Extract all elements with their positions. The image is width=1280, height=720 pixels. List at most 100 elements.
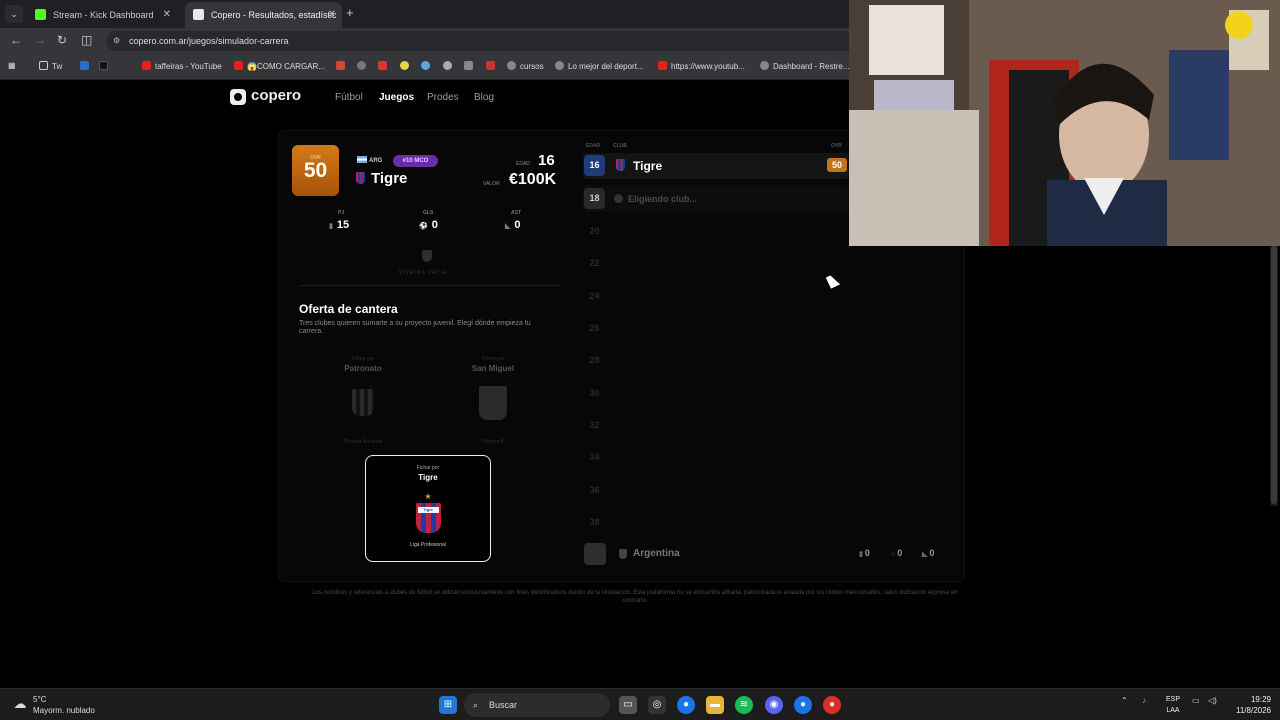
market-value: €100K bbox=[509, 171, 557, 188]
bookmark-icon-4[interactable] bbox=[421, 61, 434, 71]
bookmark-label: cursos bbox=[520, 62, 544, 71]
chrome-profile-icon[interactable]: ● bbox=[794, 696, 812, 714]
site-info-icon[interactable]: ⚙ bbox=[113, 36, 123, 46]
argentina-flag-icon bbox=[357, 156, 367, 163]
clock-date: 11/8/2026 bbox=[1236, 706, 1271, 715]
scrollbar-thumb[interactable] bbox=[1271, 246, 1277, 504]
forward-icon[interactable]: → bbox=[34, 33, 46, 47]
national-team-row: Argentina ▮ 0 ○ 0 ◣ 0 bbox=[583, 542, 948, 567]
offer-option-tigre[interactable]: Fichar por Tigre ★ Tigre Liga Profesiona… bbox=[365, 455, 491, 562]
option-club: Tigre bbox=[418, 473, 438, 482]
age-chip: 18 bbox=[584, 188, 605, 209]
tab-search-chevron-icon[interactable]: ⌄ bbox=[5, 5, 23, 23]
site-logo[interactable]: copero bbox=[251, 87, 301, 104]
tab-title: Copero - Resultados, estadístic bbox=[211, 10, 337, 20]
screen: ⌄ Stream - Kick Dashboard ✕ Copero - Res… bbox=[0, 0, 1280, 720]
crest-label: Tigre bbox=[417, 507, 439, 513]
chrome-profile-2-icon[interactable]: ● bbox=[823, 696, 841, 714]
new-tab-icon[interactable]: + bbox=[346, 5, 354, 20]
bookmark-icon-3[interactable] bbox=[400, 61, 413, 71]
bookmark-cursos[interactable]: cursos bbox=[507, 61, 544, 71]
national-pj: ▮ 0 bbox=[859, 548, 870, 558]
gmail-icon bbox=[336, 61, 345, 70]
apps-grid-icon[interactable]: ▦ bbox=[8, 61, 16, 70]
bookmark-icon-7[interactable] bbox=[486, 61, 499, 71]
task-view-icon[interactable]: ▭ bbox=[619, 696, 637, 714]
chrome-icon[interactable]: ● bbox=[677, 696, 695, 714]
bookmark-icon-2[interactable] bbox=[378, 61, 391, 71]
tray-chevron-icon[interactable]: ⌃ bbox=[1121, 696, 1128, 705]
weather-widget[interactable]: 5°C Mayorm. nublado bbox=[33, 694, 95, 716]
bookmark-label: taffeiras - YouTube bbox=[155, 62, 222, 71]
future-age: 20 bbox=[589, 226, 600, 236]
choosing-club-status: Eligiendo club... bbox=[628, 194, 698, 204]
microphone-icon[interactable]: ♪ bbox=[1142, 696, 1146, 705]
future-age: 30 bbox=[589, 388, 600, 398]
split-view-icon[interactable]: ◫ bbox=[81, 33, 92, 47]
future-age: 28 bbox=[589, 355, 600, 365]
windows-taskbar: ☁ 5°C Mayorm. nublado ⊞ ⌕ Buscar ▭ ◎ ● ▬ … bbox=[0, 688, 1280, 720]
nav-futbol[interactable]: Fútbol bbox=[335, 92, 363, 103]
stat-value: 15 bbox=[336, 219, 350, 231]
page-scrollbar[interactable] bbox=[1270, 246, 1278, 506]
news-icon bbox=[378, 61, 387, 70]
tab-kick-dashboard[interactable]: Stream - Kick Dashboard ✕ bbox=[27, 2, 177, 28]
age-label: EDAD bbox=[516, 161, 530, 167]
timeline-ovr-badge: 50 bbox=[827, 158, 847, 172]
future-age: 36 bbox=[589, 485, 600, 495]
bookmark-icon-6[interactable] bbox=[464, 61, 477, 71]
youtube-icon bbox=[658, 61, 667, 70]
system-clock[interactable]: 19:29 11/8/2026 bbox=[1226, 694, 1271, 716]
option-club: Patronato bbox=[344, 364, 382, 373]
bookmark-label: 😱COMO CARGAR... bbox=[247, 62, 325, 71]
weather-cloud-icon[interactable]: ☁ bbox=[10, 694, 30, 714]
windows-start-icon[interactable]: ⊞ bbox=[439, 696, 457, 714]
network-icon[interactable]: ▭ bbox=[1192, 696, 1200, 705]
bookmark-dashboard[interactable]: Dashboard - Restre... bbox=[760, 61, 849, 71]
bookmark-folder-tw[interactable]: Tw bbox=[39, 61, 62, 71]
future-age: 24 bbox=[589, 291, 600, 301]
language-indicator[interactable]: ESP LAA bbox=[1163, 694, 1183, 716]
nav-juegos[interactable]: Juegos bbox=[379, 92, 414, 103]
ball-icon: ○ bbox=[891, 551, 896, 558]
bookmark-taffeiras[interactable]: taffeiras - YouTube bbox=[142, 61, 222, 71]
weather-text: Mayorm. nublado bbox=[33, 706, 95, 715]
folder-icon bbox=[39, 61, 48, 70]
youtube-icon bbox=[234, 61, 243, 70]
nav-prodes[interactable]: Prodes bbox=[427, 92, 459, 103]
bookmark-label: Dashboard - Restre... bbox=[773, 62, 850, 71]
close-icon[interactable]: ✕ bbox=[328, 2, 336, 28]
bookmark-lo-mejor[interactable]: Lo mejor del deport... bbox=[555, 61, 644, 71]
reload-icon[interactable]: ↻ bbox=[57, 33, 67, 47]
spotify-icon[interactable]: ≋ bbox=[735, 696, 753, 714]
copero-logo-icon[interactable] bbox=[230, 89, 246, 105]
bookmark-paypal[interactable] bbox=[80, 61, 93, 71]
search-icon: ⌕ bbox=[473, 700, 479, 710]
bookmark-icon-5[interactable] bbox=[443, 61, 456, 71]
discord-icon[interactable]: ◉ bbox=[765, 696, 783, 714]
san-miguel-crest-icon bbox=[479, 386, 507, 420]
bookmark-gmail[interactable] bbox=[336, 61, 349, 71]
bookmark-label: Lo mejor del deport... bbox=[568, 62, 644, 71]
back-icon[interactable]: ← bbox=[10, 33, 22, 47]
nav-blog[interactable]: Blog bbox=[474, 92, 494, 103]
bookmark-como-cargar[interactable]: 😱COMO CARGAR... bbox=[234, 61, 325, 71]
file-explorer-icon[interactable]: ▬ bbox=[706, 696, 724, 714]
timeline-club: Tigre bbox=[633, 159, 663, 173]
globe-icon bbox=[555, 61, 564, 70]
close-icon[interactable]: ✕ bbox=[163, 2, 171, 28]
timeline-header-age: EDAD bbox=[586, 143, 601, 149]
tigre-crest-icon bbox=[616, 159, 625, 171]
widget-icon[interactable]: ◎ bbox=[648, 696, 666, 714]
bookmark-icon-1[interactable] bbox=[357, 61, 370, 71]
taskbar-search[interactable]: ⌕ Buscar bbox=[464, 693, 610, 717]
national-gls: ○ 0 bbox=[891, 548, 902, 558]
bookmark-youtube-link[interactable]: https://www.youtub... bbox=[658, 61, 745, 71]
position-badge: #10 MCO bbox=[393, 155, 438, 167]
language-code: ESP bbox=[1165, 696, 1180, 703]
volume-icon[interactable]: ◁) bbox=[1208, 696, 1217, 705]
bookmark-tiktok[interactable] bbox=[99, 61, 112, 71]
webcam-overlay bbox=[849, 0, 1280, 246]
tab-copero[interactable]: Copero - Resultados, estadístic ✕ bbox=[185, 2, 342, 28]
keyboard-layout: LAA bbox=[1166, 707, 1180, 714]
